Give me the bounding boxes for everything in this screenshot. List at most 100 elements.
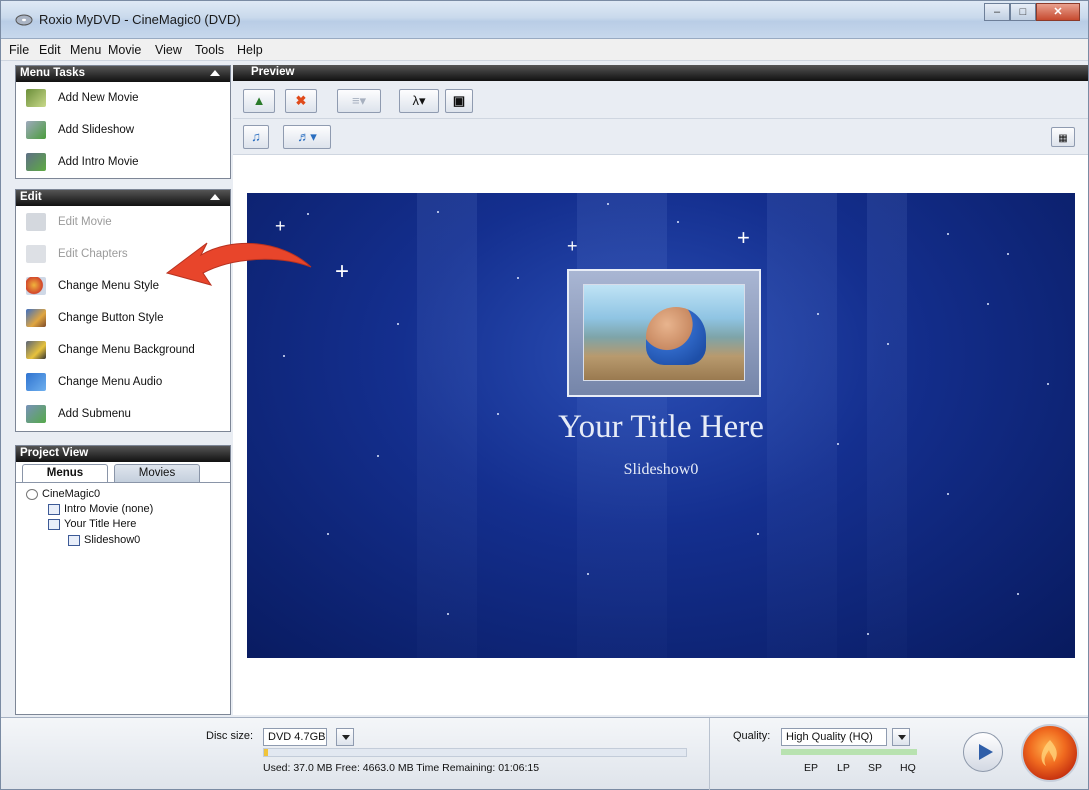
minimize-button[interactable]: – [984, 3, 1010, 21]
disc-size-value: DVD 4.7GB [268, 731, 326, 743]
task-label: Add New Movie [58, 92, 139, 104]
status-divider [709, 718, 710, 790]
menu-edit[interactable]: Edit [39, 43, 61, 57]
menu-tasks-panel: Menu Tasks Add New Movie Add Slideshow A… [15, 65, 231, 179]
task-add-new-movie[interactable]: Add New Movie [16, 82, 230, 114]
music-note-icon [26, 373, 46, 391]
star [377, 455, 379, 457]
volume-icon[interactable]: ♬▾ [283, 125, 331, 149]
sparkle: + [567, 236, 578, 256]
film-add-icon [26, 89, 46, 107]
autoplay-icon[interactable]: ▣ [445, 89, 473, 113]
quality-level-ep: EP [804, 762, 819, 774]
flame-icon [1041, 740, 1057, 766]
tab-movies[interactable]: Movies [114, 464, 200, 482]
menu-tasks-title: Menu Tasks [20, 67, 85, 79]
collapse-icon[interactable] [210, 70, 220, 76]
project-view-title: Project View [20, 447, 89, 459]
star [817, 313, 819, 315]
tree-item-project[interactable]: CineMagic0 [26, 488, 100, 500]
align-icon[interactable]: ≡▾ [337, 89, 381, 113]
edit-header[interactable]: Edit [16, 190, 230, 206]
task-add-intro-movie[interactable]: Add Intro Movie [16, 146, 230, 178]
star [757, 533, 759, 535]
edit-title: Edit [20, 191, 42, 203]
star [307, 213, 309, 215]
task-change-menu-background[interactable]: Change Menu Background [16, 334, 230, 366]
delete-icon[interactable]: ✖ [285, 89, 317, 113]
star [1007, 253, 1009, 255]
star [607, 203, 609, 205]
menu-thumbnail-button[interactable] [567, 269, 761, 397]
task-add-slideshow[interactable]: Add Slideshow [16, 114, 230, 146]
task-change-button-style[interactable]: Change Button Style [16, 302, 230, 334]
tree-item-menu[interactable]: Your Title Here [48, 518, 136, 530]
disc-size-select[interactable]: DVD 4.7GB [263, 728, 354, 746]
play-preview-button[interactable] [963, 732, 1003, 772]
task-label: Add Slideshow [58, 124, 135, 136]
audio-note-icon[interactable]: ♫ [243, 125, 269, 149]
disc-usage-bar [263, 748, 687, 757]
dropdown-icon[interactable] [336, 728, 354, 746]
app-window: Roxio MyDVD - CineMagic0 (DVD) – □ ✕ Fil… [0, 0, 1089, 790]
task-add-submenu[interactable]: Add Submenu [16, 398, 230, 430]
burn-button[interactable] [1021, 724, 1079, 782]
quality-meter [781, 749, 917, 755]
task-label: Change Menu Background [58, 344, 195, 356]
dropdown-icon[interactable] [892, 728, 910, 746]
disc-icon [26, 488, 38, 500]
grid-view-icon[interactable]: ▦ [1051, 127, 1075, 147]
tree-item-slideshow[interactable]: Slideshow0 [68, 534, 140, 546]
status-bar: Disc size: DVD 4.7GB Used: 37.0 MB Free:… [1, 717, 1088, 790]
menu-help[interactable]: Help [237, 43, 263, 57]
menu-title-text[interactable]: Your Title Here [247, 409, 1075, 446]
menu-tasks-header[interactable]: Menu Tasks [16, 66, 230, 82]
menu-file[interactable]: File [9, 43, 29, 57]
disc-size-label: Disc size: [206, 730, 254, 742]
title-bar[interactable]: Roxio MyDVD - CineMagic0 (DVD) – □ ✕ [1, 1, 1088, 39]
menu-view[interactable]: View [155, 43, 182, 57]
task-change-menu-audio[interactable]: Change Menu Audio [16, 366, 230, 398]
maximize-button[interactable]: □ [1010, 3, 1036, 21]
star [867, 633, 869, 635]
task-label: Change Button Style [58, 312, 164, 324]
star [947, 493, 949, 495]
tree-label: Slideshow0 [84, 534, 141, 546]
menu-movie[interactable]: Movie [108, 43, 141, 57]
disc-usage-fill [264, 749, 269, 756]
quality-level-lp: LP [837, 762, 850, 774]
star [397, 323, 399, 325]
dvd-menu-preview[interactable]: + + + + Your Title Here Slideshow0 [247, 193, 1075, 658]
slideshow-icon [68, 534, 80, 546]
tree-item-intro-movie[interactable]: Intro Movie (none) [48, 503, 153, 515]
close-button[interactable]: ✕ [1036, 3, 1080, 21]
preview-toolbar: ▲ ✖ ≡▾ λ▾ ▣ [233, 81, 1088, 119]
add-button-icon[interactable]: ▲ [243, 89, 275, 113]
menu-bar: File Edit Menu Movie View Tools Help [1, 39, 1088, 61]
star [887, 343, 889, 345]
menu-background-icon [26, 341, 46, 359]
button-style-icon [26, 309, 46, 327]
quality-level-sp: SP [868, 762, 883, 774]
tab-menus[interactable]: Menus [22, 464, 108, 482]
tree-label: Intro Movie (none) [64, 503, 154, 515]
quality-select[interactable]: High Quality (HQ) [781, 728, 910, 746]
star [1017, 593, 1019, 595]
motion-icon[interactable]: λ▾ [399, 89, 439, 113]
slideshow-thumbnail [583, 284, 745, 381]
collapse-icon[interactable] [210, 194, 220, 200]
task-label: Change Menu Audio [58, 376, 163, 388]
menu-button-label[interactable]: Slideshow0 [247, 461, 1075, 479]
star [517, 277, 519, 279]
menu-tools[interactable]: Tools [195, 43, 224, 57]
photo-subject [646, 307, 706, 365]
sparkle: + [737, 225, 750, 250]
edit-chapters-icon [26, 245, 46, 263]
menu-menu[interactable]: Menu [70, 43, 101, 57]
app-disc-icon [15, 14, 33, 26]
edit-movie-icon [26, 213, 46, 231]
quality-value: High Quality (HQ) [786, 731, 873, 743]
project-view-header: Project View [16, 446, 230, 462]
window-title: Roxio MyDVD - CineMagic0 (DVD) [39, 12, 241, 27]
task-label: Change Menu Style [58, 280, 160, 292]
